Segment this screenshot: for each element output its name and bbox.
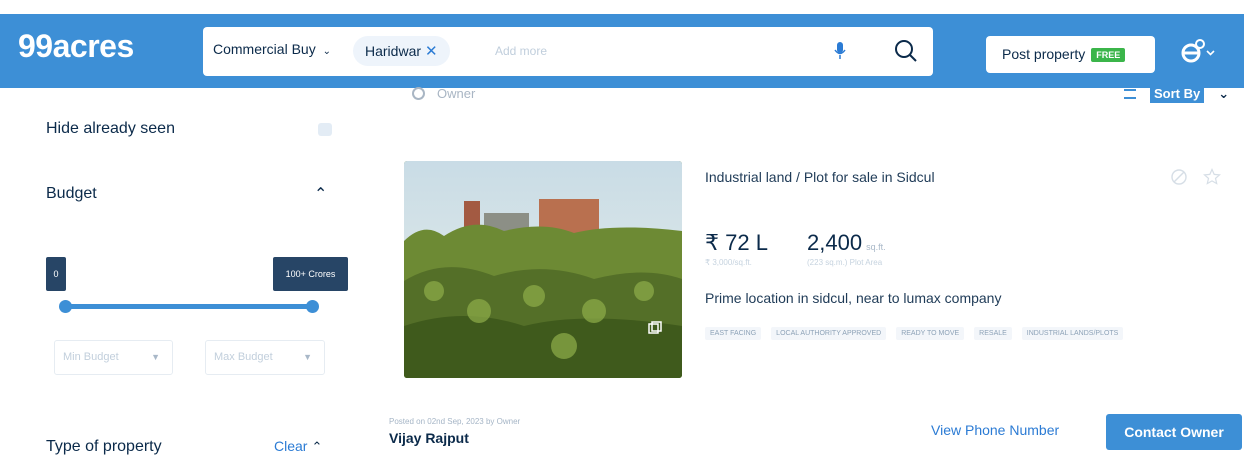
posted-info: Posted on 02nd Sep, 2023 by Owner [389,417,521,426]
hide-seen-toggle[interactable] [318,123,332,136]
min-budget-label: Min Budget [63,351,119,363]
poster-name: Vijay Rajput [389,430,469,446]
post-property-label: Post property [1002,46,1086,62]
view-phone-button[interactable]: View Phone Number [931,422,1059,438]
post-property-button[interactable]: Post property FREE [986,36,1155,73]
listing-title[interactable]: Industrial land / Plot for sale in Sidcu… [705,169,935,185]
city-chip-label: Haridwar [365,43,422,59]
filter-sidebar: Hide already seen Budget ⌃ 0 100+ Crores… [0,100,380,462]
search-icon[interactable] [893,38,919,64]
listing-price: ₹ 72 L [705,230,768,255]
property-photo-image [404,161,682,378]
budget-slider-max-handle[interactable] [306,300,319,313]
area-unit: sq.ft. [866,242,886,252]
sort-icon [1124,89,1136,99]
budget-max-tag: 100+ Crores [273,257,348,291]
budget-slider-track[interactable] [64,304,314,309]
tag-item: EAST FACING [705,327,762,340]
hide-seen-label: Hide already seen [46,120,175,137]
contact-owner-button[interactable]: Contact Owner [1106,414,1242,450]
chevron-up-icon[interactable]: ⌃ [314,184,327,204]
listing-tags: EAST FACING LOCAL AUTHORITY APPROVED REA… [705,327,1124,340]
budget-heading: Budget [46,185,97,202]
listing-description: Prime location in sidcul, near to lumax … [705,290,1002,306]
logo[interactable]: 99acres [18,28,134,65]
max-budget-select[interactable]: Max Budget ▼ [205,340,325,375]
free-badge: FREE [1091,48,1126,63]
microphone-icon[interactable] [833,41,847,61]
price-per-unit: ₹ 3,000/sq.ft. [705,258,752,267]
clear-button[interactable]: Clear ⌃ [274,438,322,455]
owner-filter[interactable]: Owner [412,86,475,101]
user-menu-icon[interactable] [1180,38,1218,66]
gallery-icon[interactable] [648,321,668,335]
min-budget-select[interactable]: Min Budget ▼ [54,340,173,375]
owner-icon [412,87,425,100]
sort-by-button[interactable]: Sort By ⌄ [1124,84,1230,103]
tag-item: LOCAL AUTHORITY APPROVED [771,327,887,340]
tag-item: READY TO MOVE [896,327,965,340]
listing-area: 2,400 sq.ft. [807,230,886,256]
page: 99acres Commercial Buy ⌄ Haridwar✕ Post … [0,0,1244,462]
chevron-down-icon: ⌄ [1218,86,1230,101]
property-type-label: Commercial Buy [213,41,316,57]
owner-label: Owner [437,86,476,101]
star-icon[interactable] [1203,168,1221,186]
hide-listing-icon[interactable] [1170,168,1188,186]
area-subtitle: (223 sq.m.) Plot Area [807,258,883,267]
tag-item: RESALE [974,327,1012,340]
area-value: 2,400 [807,230,863,255]
chevron-down-icon: ⌄ [322,46,331,57]
property-photo[interactable] [404,161,682,378]
budget-min-tag: 0 [46,257,66,291]
type-of-property-heading: Type of property [46,438,162,455]
sort-by-label: Sort By [1150,84,1205,103]
budget-slider-min-handle[interactable] [59,300,72,313]
chevron-down-icon: ▼ [303,352,312,362]
add-more-input[interactable] [495,37,795,65]
search-bar: Commercial Buy ⌄ Haridwar ✕ [203,27,933,76]
max-budget-label: Max Budget [214,351,273,363]
chevron-up-icon: ⌃ [311,439,323,454]
city-chip: Haridwar ✕ [353,36,450,66]
chevron-down-icon: ▼ [151,352,160,362]
clear-label: Clear [274,438,308,454]
top-header: 99acres Commercial Buy ⌄ Haridwar✕ Post … [0,14,1244,88]
close-icon[interactable]: ✕ [425,43,438,60]
property-type-dropdown[interactable]: Commercial Buy ⌄ [213,41,331,57]
tag-item: INDUSTRIAL LANDS/PLOTS [1021,327,1124,340]
